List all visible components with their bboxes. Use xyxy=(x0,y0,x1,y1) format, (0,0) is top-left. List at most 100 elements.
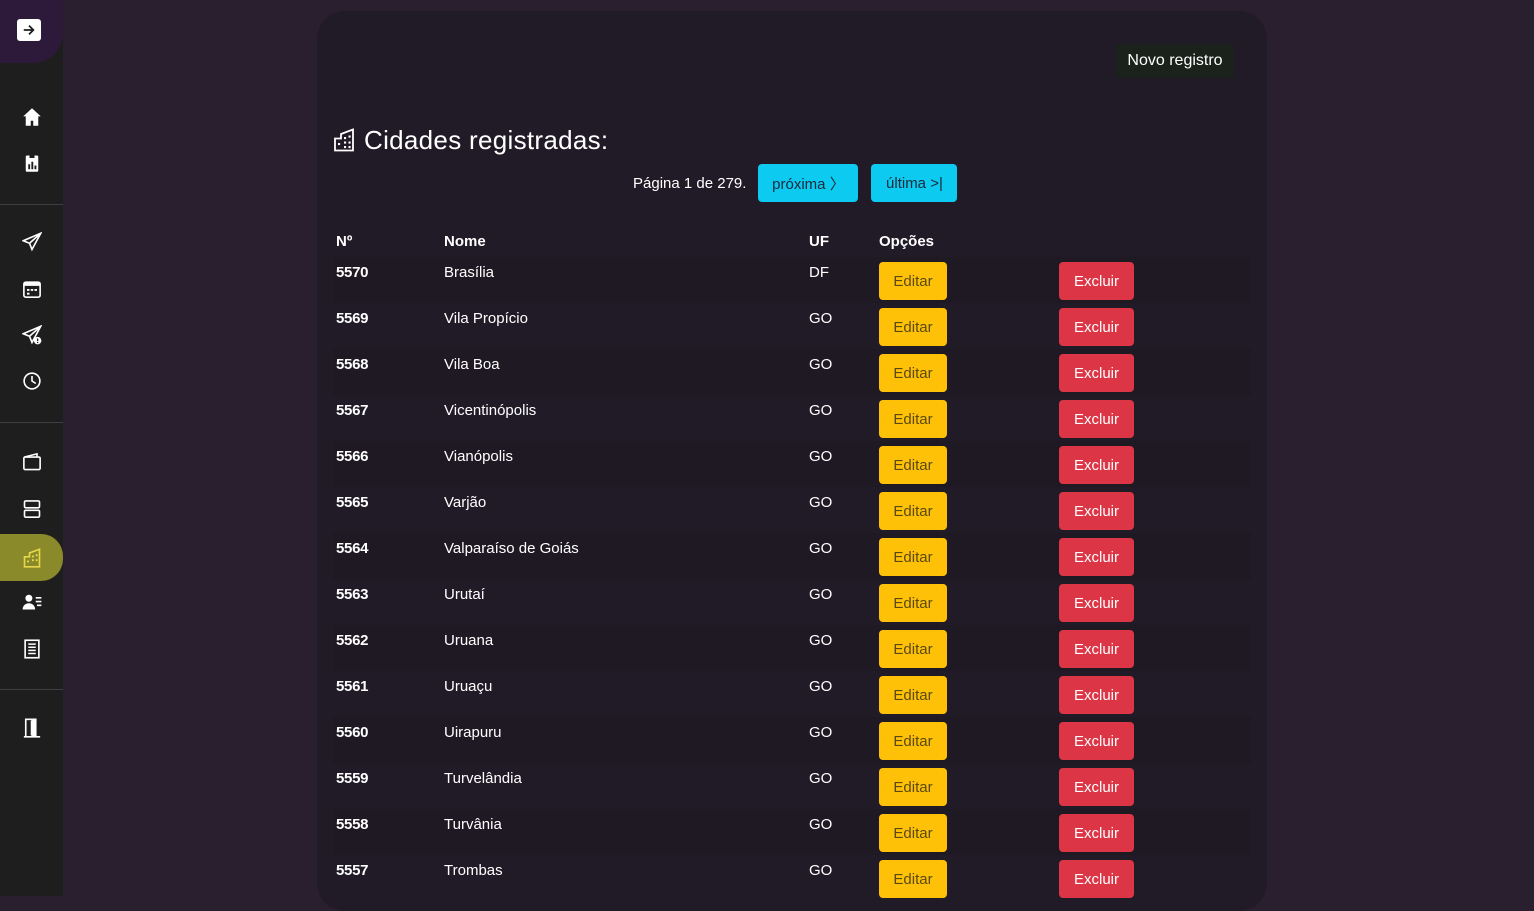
row-uf: GO xyxy=(809,586,833,603)
table-row: 5566 Vianópolis GO Editar Excluir xyxy=(333,441,1251,487)
row-number: 5564 xyxy=(336,540,369,557)
delete-button[interactable]: Excluir xyxy=(1059,676,1134,714)
column-header-name: Nome xyxy=(444,233,486,250)
row-uf: GO xyxy=(809,356,833,373)
row-uf: GO xyxy=(809,448,833,465)
delete-button[interactable]: Excluir xyxy=(1059,814,1134,852)
edit-button[interactable]: Editar xyxy=(879,676,947,714)
delete-button[interactable]: Excluir xyxy=(1059,262,1134,300)
row-uf: GO xyxy=(809,816,833,833)
edit-button[interactable]: Editar xyxy=(879,860,947,898)
person-lines-icon xyxy=(22,594,41,610)
row-uf: GO xyxy=(809,540,833,557)
row-uf: GO xyxy=(809,402,833,419)
edit-button[interactable]: Editar xyxy=(879,768,947,806)
row-name: Varjão xyxy=(444,494,487,511)
arrow-right-icon[interactable] xyxy=(17,19,41,41)
house-icon xyxy=(22,108,41,126)
edit-button[interactable]: Editar xyxy=(879,538,947,576)
sidebar-item-server[interactable] xyxy=(0,487,63,531)
delete-button[interactable]: Excluir xyxy=(1059,860,1134,898)
delete-button[interactable]: Excluir xyxy=(1059,584,1134,622)
delete-button[interactable]: Excluir xyxy=(1059,768,1134,806)
sidebar-item-history[interactable] xyxy=(0,359,63,403)
edit-button[interactable]: Editar xyxy=(879,400,947,438)
row-name: Urutaí xyxy=(444,586,485,603)
row-number: 5561 xyxy=(336,678,369,695)
sidebar-header xyxy=(0,0,63,63)
edit-button[interactable]: Editar xyxy=(879,722,947,760)
calendar-icon xyxy=(22,281,41,298)
sidebar-item-calendar[interactable] xyxy=(0,267,63,311)
row-name: Vila Boa xyxy=(444,356,500,373)
row-name: Brasília xyxy=(444,264,495,281)
row-number: 5567 xyxy=(336,402,369,419)
edit-button[interactable]: Editar xyxy=(879,814,947,852)
sidebar-item-send-alert[interactable] xyxy=(0,313,63,357)
table-row: 5557 Trombas GO Editar Excluir xyxy=(333,855,1251,901)
table-row: 5564 Valparaíso de Goiás GO Editar Excluir xyxy=(333,533,1251,579)
row-name: Trombas xyxy=(444,862,503,879)
sidebar xyxy=(0,0,63,896)
table-row: 5563 Urutaí GO Editar Excluir xyxy=(333,579,1251,625)
column-header-uf: UF xyxy=(809,233,829,250)
row-name: Uruana xyxy=(444,632,494,649)
delete-button[interactable]: Excluir xyxy=(1059,400,1134,438)
edit-button[interactable]: Editar xyxy=(879,354,947,392)
delete-button[interactable]: Excluir xyxy=(1059,354,1134,392)
edit-button[interactable]: Editar xyxy=(879,308,947,346)
wallet-icon xyxy=(22,452,41,471)
buildings-icon xyxy=(23,547,40,568)
edit-button[interactable]: Editar xyxy=(879,446,947,484)
sidebar-item-building[interactable] xyxy=(0,627,63,671)
next-page-button[interactable]: próxima 〉 xyxy=(758,164,859,202)
table-row: 5561 Uruaçu GO Editar Excluir xyxy=(333,671,1251,717)
sidebar-item-logout[interactable] xyxy=(0,706,63,750)
row-uf: DF xyxy=(809,264,829,281)
sidebar-item-cities[interactable] xyxy=(0,534,63,581)
edit-button[interactable]: Editar xyxy=(879,630,947,668)
delete-button[interactable]: Excluir xyxy=(1059,446,1134,484)
row-number: 5559 xyxy=(336,770,369,787)
sidebar-item-wallet[interactable] xyxy=(0,440,63,484)
page-title-text: Cidades registradas: xyxy=(364,124,609,155)
table-row: 5560 Uirapuru GO Editar Excluir xyxy=(333,717,1251,763)
row-number: 5569 xyxy=(336,310,369,327)
delete-button[interactable]: Excluir xyxy=(1059,630,1134,668)
delete-button[interactable]: Excluir xyxy=(1059,722,1134,760)
delete-button[interactable]: Excluir xyxy=(1059,492,1134,530)
row-number: 5558 xyxy=(336,816,369,833)
sidebar-item-reports[interactable] xyxy=(0,141,63,185)
table-row: 5570 Brasília DF Editar Excluir xyxy=(333,257,1251,303)
row-number: 5560 xyxy=(336,724,369,741)
edit-button[interactable]: Editar xyxy=(879,262,947,300)
row-uf: GO xyxy=(809,770,833,787)
row-name: Turvelândia xyxy=(444,770,522,787)
row-number: 5562 xyxy=(336,632,369,649)
row-number: 5568 xyxy=(336,356,369,373)
server-icon xyxy=(23,500,40,518)
row-uf: GO xyxy=(809,310,833,327)
row-uf: GO xyxy=(809,862,833,879)
page-title: Cidades registradas: xyxy=(332,124,608,156)
sidebar-item-send[interactable] xyxy=(0,220,63,264)
sidebar-item-home[interactable] xyxy=(0,95,63,139)
door-exit-icon xyxy=(23,718,40,738)
row-number: 5557 xyxy=(336,862,369,879)
table-row: 5569 Vila Propício GO Editar Excluir xyxy=(333,303,1251,349)
clock-history-icon xyxy=(22,372,41,390)
column-header-options: Opções xyxy=(879,233,935,250)
delete-button[interactable]: Excluir xyxy=(1059,308,1134,346)
table-row: 5565 Varjão GO Editar Excluir xyxy=(333,487,1251,533)
column-header-number: Nº xyxy=(336,233,353,250)
row-name: Uirapuru xyxy=(444,724,502,741)
edit-button[interactable]: Editar xyxy=(879,492,947,530)
row-name: Valparaíso de Goiás xyxy=(444,540,579,557)
edit-button[interactable]: Editar xyxy=(879,584,947,622)
row-name: Vila Propício xyxy=(444,310,528,327)
row-number: 5563 xyxy=(336,586,369,603)
sidebar-item-contacts[interactable] xyxy=(0,580,63,624)
delete-button[interactable]: Excluir xyxy=(1059,538,1134,576)
last-page-button[interactable]: última >| xyxy=(871,164,958,202)
new-record-button[interactable]: Novo registro xyxy=(1116,44,1234,78)
